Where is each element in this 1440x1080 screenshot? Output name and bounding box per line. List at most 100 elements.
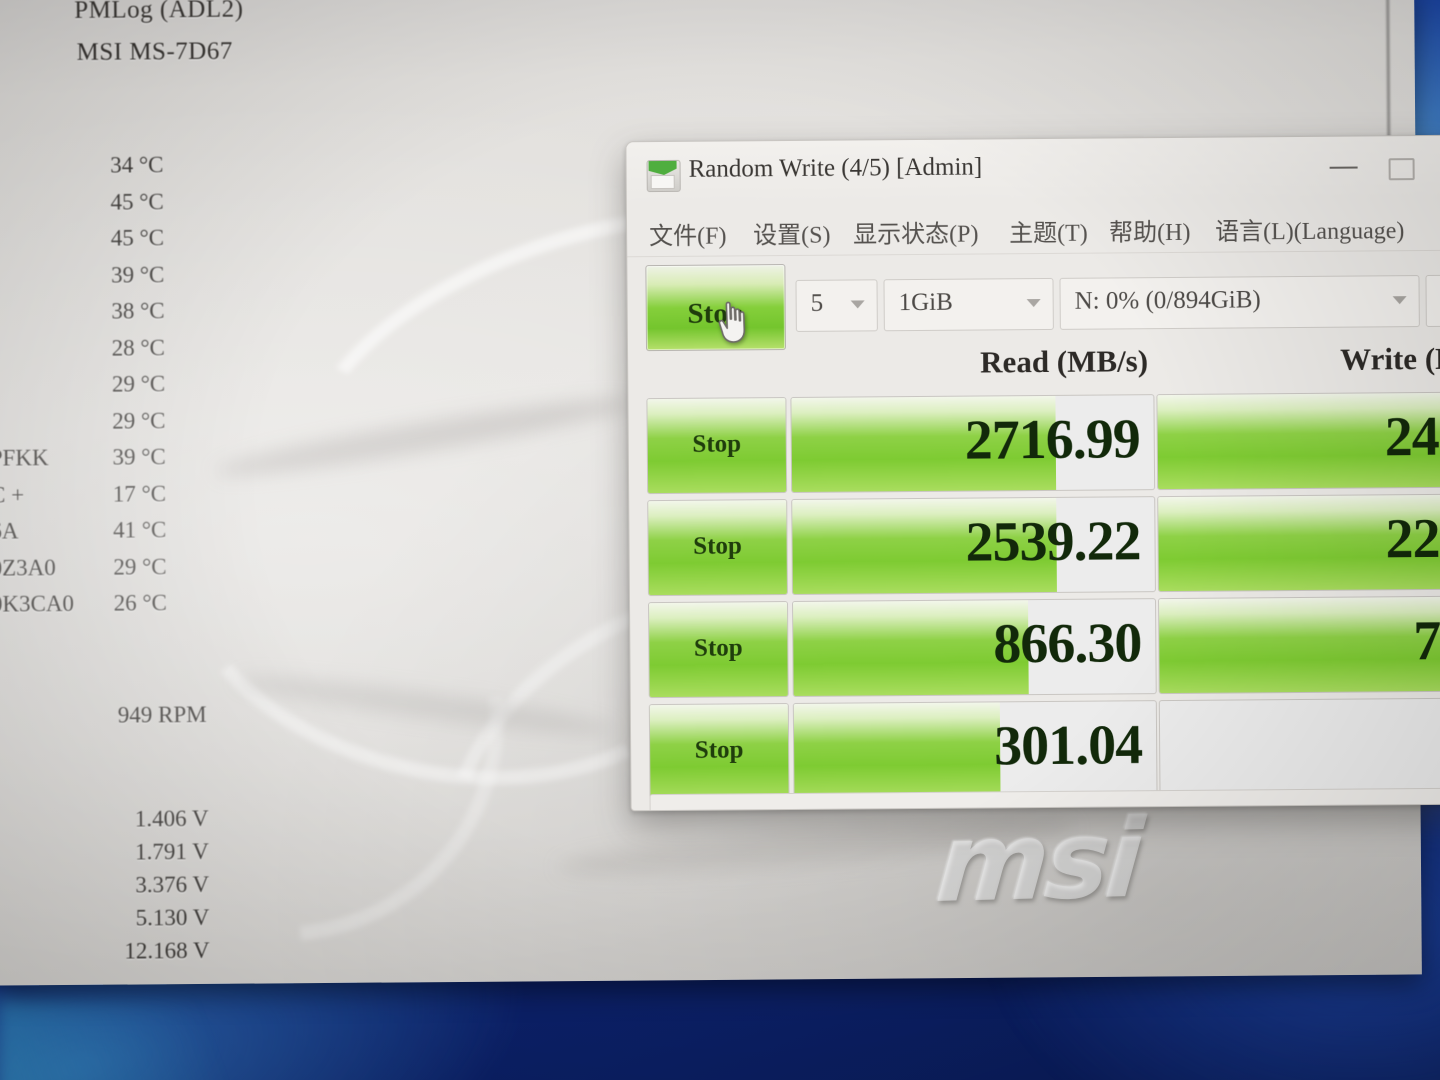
hwinfo-voltage-row: 1.791 V bbox=[0, 839, 247, 874]
hwinfo-voltage-row: 3.376 V bbox=[0, 872, 247, 907]
hwinfo-voltage-value: 12.168 V bbox=[124, 937, 210, 964]
stop-button-label: Stop bbox=[694, 736, 744, 764]
hwinfo-sensor-row: 45 °C bbox=[0, 188, 242, 226]
hwinfo-sensor-label: 6A bbox=[0, 518, 19, 544]
hwinfo-sensor-value: 29 °C bbox=[111, 371, 166, 397]
write-fill-bar bbox=[1158, 596, 1440, 694]
read-value: 2716.99 bbox=[964, 408, 1140, 472]
hwinfo-sensor-value: 26 °C bbox=[113, 590, 168, 616]
read-result-cell: 301.04 bbox=[792, 700, 1158, 799]
menu-item-0[interactable]: 文件(F) bbox=[645, 213, 731, 253]
hwinfo-sensor-value: 38 °C bbox=[111, 298, 165, 324]
hwinfo-sensor-label: 0Z3A0 bbox=[0, 554, 56, 581]
stop-button-row-1[interactable]: Stop bbox=[646, 397, 788, 495]
hwinfo-fan-speed: 949 RPM bbox=[117, 701, 207, 728]
read-value: 866.30 bbox=[993, 612, 1142, 676]
chevron-down-icon bbox=[1392, 296, 1407, 305]
titlebar[interactable]: Random Write (4/5) [Admin] bbox=[626, 135, 1440, 205]
hwinfo-voltage-row: 1.406 V bbox=[0, 806, 247, 841]
hwinfo-sensor-row: 6A 41 °C bbox=[0, 517, 245, 555]
write-result-cell: 2400. bbox=[1156, 391, 1440, 491]
stop-button-label: Stop bbox=[692, 430, 742, 458]
extra-select[interactable] bbox=[1425, 274, 1440, 328]
hwinfo-sensor-row: 39 °C bbox=[0, 261, 243, 299]
hwinfo-sensor-row: 0K3CA0 26 °C bbox=[0, 590, 245, 628]
hwinfo-title: PMLog (ADL2) bbox=[74, 0, 244, 24]
menu-item-4[interactable]: 帮助(H) bbox=[1105, 210, 1195, 250]
hwinfo-sensor-row: 34 °C bbox=[0, 152, 242, 190]
target-drive-value: N: 0% (0/894GiB) bbox=[1074, 286, 1261, 315]
panel-shadow bbox=[556, 809, 1078, 886]
hwinfo-sensor-value: 29 °C bbox=[113, 553, 167, 580]
hwinfo-sensor-row: 28 °C bbox=[0, 334, 243, 372]
hwinfo-sensor-row: PFKK 39 °C bbox=[0, 444, 244, 482]
window-title: Random Write (4/5) [Admin] bbox=[688, 153, 983, 183]
hwinfo-sensor-value: 39 °C bbox=[112, 444, 166, 470]
target-drive-select[interactable]: N: 0% (0/894GiB) bbox=[1059, 275, 1420, 330]
menu-item-5[interactable]: 语言(L)(Language) bbox=[1211, 208, 1409, 249]
hwinfo-voltage-value: 1.791 V bbox=[135, 838, 209, 865]
wallpaper-swirl-bottomleft bbox=[0, 1000, 300, 1080]
column-headers: Read (MB/s) Write (MB/s) bbox=[628, 339, 1440, 394]
panel-shadow bbox=[235, 667, 616, 744]
menu-item-3[interactable]: 主题(T) bbox=[1005, 211, 1092, 251]
stop-button-row-4[interactable]: Stop bbox=[648, 703, 790, 801]
stop-all-button[interactable]: Stop bbox=[645, 264, 787, 352]
monitor-photo: msi PMLog (ADL2) MSI MS-7D67 34 °C 45 °C 4… bbox=[0, 0, 1440, 1080]
menubar: 文件(F) 设置(S) 显示状态(P) 主题(T) 帮助(H) 语言(L)(Languag… bbox=[626, 197, 1440, 258]
maximize-button[interactable] bbox=[1372, 136, 1430, 198]
menu-item-2[interactable]: 显示状态(P) bbox=[849, 211, 983, 251]
hwinfo-motherboard: MSI MS-7D67 bbox=[76, 37, 233, 66]
hwinfo-sensor-value: 45 °C bbox=[110, 188, 164, 215]
hwinfo-sensor-value: 34 °C bbox=[110, 152, 164, 178]
hwinfo-sensor-label: 0K3CA0 bbox=[0, 590, 75, 617]
hwinfo-sensor-label: C + bbox=[0, 481, 25, 508]
hwinfo-sensor-value: 17 °C bbox=[112, 480, 167, 507]
stop-button-row-2[interactable]: Stop bbox=[647, 499, 788, 597]
hwinfo-sensor-row: C + 17 °C bbox=[0, 480, 244, 518]
write-value: 2261. bbox=[1385, 507, 1440, 571]
read-column-header: Read (MB/s) bbox=[980, 343, 1149, 380]
hwinfo-sensor-value: 41 °C bbox=[112, 517, 167, 543]
result-row: Stop 2716.99 2400. bbox=[646, 391, 1440, 496]
read-value: 2539.22 bbox=[965, 510, 1141, 574]
menu-item-1[interactable]: 设置(S) bbox=[749, 213, 835, 253]
result-row: Stop 301.040.0 bbox=[648, 697, 1440, 802]
result-row: Stop 866.30 755. bbox=[648, 595, 1440, 700]
hwinfo-sensor-value: 28 °C bbox=[111, 334, 165, 361]
msi-logo: msi bbox=[932, 796, 1144, 928]
write-value: 755. bbox=[1413, 609, 1440, 673]
stop-all-button-label: Stop bbox=[687, 297, 745, 330]
toolbar: Stop 5 1GiB N: 0% (0/894GiB) bbox=[627, 251, 1440, 352]
hwinfo-sensor-value: 29 °C bbox=[112, 407, 166, 434]
stop-button-label: Stop bbox=[693, 532, 742, 560]
crystaldiskmark-window: Random Write (4/5) [Admin] 文件(F) 设置(S) 显示状… bbox=[625, 134, 1440, 812]
test-size-select[interactable]: 1GiB bbox=[883, 277, 1054, 332]
crystaldiskmark-icon bbox=[646, 159, 681, 193]
write-result-cell: 2261. bbox=[1157, 493, 1440, 593]
minimize-button[interactable] bbox=[1314, 136, 1372, 198]
minimize-icon bbox=[1315, 136, 1373, 198]
result-row: Stop 2539.22 2261. bbox=[647, 493, 1440, 598]
write-value: 2400. bbox=[1384, 405, 1440, 469]
hwinfo-sensor-row: 45 °C bbox=[0, 225, 242, 263]
hwinfo-voltage-row: 12.168 V bbox=[0, 938, 248, 973]
stop-button-row-3[interactable]: Stop bbox=[648, 601, 789, 699]
test-size-value: 1GiB bbox=[898, 288, 953, 317]
results-grid: Stop 2716.99 2400. Stop 2539.22 2261. Stop 866.… bbox=[646, 391, 1440, 806]
hwinfo-sensor-row: 0Z3A0 29 °C bbox=[0, 553, 245, 591]
hwinfo-sensor-row: 29 °C bbox=[0, 407, 244, 445]
hwinfo-voltage-value: 5.130 V bbox=[135, 904, 210, 931]
test-count-value: 5 bbox=[810, 289, 824, 317]
write-result-cell: 0.0 bbox=[1158, 697, 1440, 797]
maximize-icon bbox=[1388, 158, 1415, 181]
read-result-cell: 2716.99 bbox=[790, 394, 1156, 493]
chevron-down-icon bbox=[1026, 299, 1041, 308]
chevron-down-icon bbox=[850, 300, 865, 309]
write-result-cell: 755. bbox=[1157, 595, 1440, 695]
hwinfo-sensor-value: 45 °C bbox=[110, 225, 165, 251]
panel-shadow bbox=[214, 387, 634, 487]
read-fill-bar bbox=[793, 702, 1001, 798]
test-count-select[interactable]: 5 bbox=[795, 279, 878, 332]
read-result-cell: 2539.22 bbox=[791, 496, 1156, 595]
